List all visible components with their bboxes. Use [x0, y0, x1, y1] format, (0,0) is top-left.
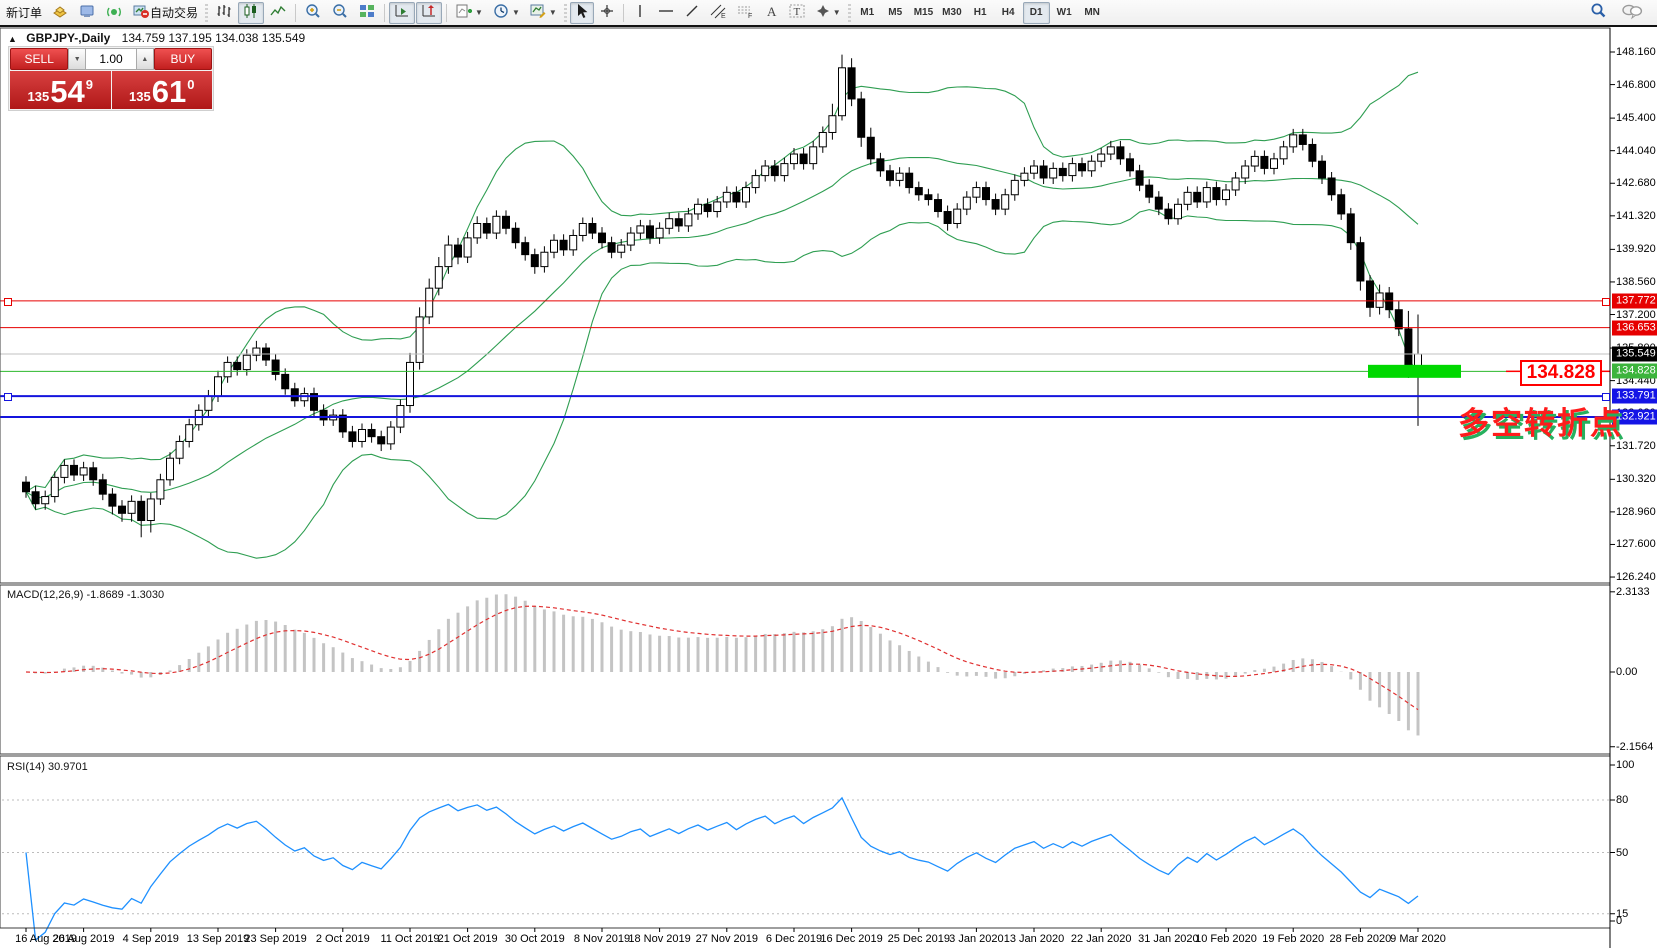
collapse-panel-icon[interactable]: ▲ — [8, 34, 17, 44]
axis-tick-label: 50 — [1616, 847, 1628, 859]
price-level-label: 137.772 — [1612, 293, 1657, 308]
buy-price-button[interactable]: 135 61 0 — [112, 71, 213, 109]
line-handle[interactable] — [4, 393, 12, 401]
volume-input[interactable] — [86, 48, 136, 70]
axis-tick-label: 80 — [1616, 794, 1628, 806]
volume-increase-button[interactable]: ▲ — [136, 48, 154, 70]
chart-canvas[interactable] — [0, 0, 1657, 952]
buy-price-prefix: 135 — [129, 89, 151, 104]
price-level-label: 136.653 — [1612, 320, 1657, 335]
sell-price-button[interactable]: 135 54 9 — [10, 71, 111, 109]
axis-tick-label: 137.200 — [1616, 309, 1656, 321]
axis-tick-label: 127.600 — [1616, 538, 1656, 550]
axis-tick-label: 144.040 — [1616, 145, 1656, 157]
sell-price-prefix: 135 — [28, 89, 50, 104]
turning-point-annotation[interactable]: 多空转折点 — [1458, 398, 1623, 443]
line-handle[interactable] — [4, 298, 12, 306]
sell-price-pip: 9 — [86, 73, 93, 92]
terminal-window: 新订单 自动交易 ▼ ▼ ▼ E F A T ▼ M — [0, 0, 1657, 952]
axis-tick-label: 0 — [1616, 915, 1622, 927]
axis-tick-label: 128.960 — [1616, 506, 1656, 518]
axis-tick-label: 148.160 — [1616, 46, 1656, 58]
volume-decrease-button[interactable]: ▼ — [68, 48, 86, 70]
axis-tick-label: 0.00 — [1616, 666, 1637, 678]
macd-label: MACD(12,26,9) -1.8689 -1.3030 — [7, 589, 164, 601]
axis-tick-label: 126.240 — [1616, 571, 1656, 583]
axis-tick-label: 130.320 — [1616, 473, 1656, 485]
price-level-label: 134.828 — [1612, 364, 1657, 379]
symbol-period-label: GBPJPY-,Daily — [26, 31, 110, 45]
price-callout-box[interactable]: 134.828 — [1520, 360, 1602, 386]
axis-tick-label: -2.1564 — [1616, 741, 1653, 753]
rsi-label: RSI(14) 30.9701 — [7, 761, 88, 773]
buy-price-pip: 0 — [187, 73, 194, 92]
buy-button[interactable]: BUY — [154, 48, 212, 70]
axis-tick-label: 142.680 — [1616, 177, 1656, 189]
axis-tick-label: 2.3133 — [1616, 586, 1650, 598]
price-level-label: 135.549 — [1612, 347, 1657, 362]
one-click-trading-panel: SELL ▼ ▲ BUY 135 54 9 135 61 0 — [8, 46, 214, 111]
chart-title: ▲ GBPJPY-,Daily 134.759 137.195 134.038 … — [8, 31, 305, 45]
ohlc-values: 134.759 137.195 134.038 135.549 — [122, 31, 306, 45]
axis-tick-label: 139.920 — [1616, 243, 1656, 255]
axis-tick-label: 100 — [1616, 759, 1634, 771]
time-axis-label: 9 Mar 2020 — [1373, 933, 1463, 945]
sell-price-big: 54 — [50, 77, 84, 107]
axis-tick-label: 146.800 — [1616, 79, 1656, 91]
axis-tick-label: 138.560 — [1616, 276, 1656, 288]
buy-price-big: 61 — [152, 77, 186, 107]
line-handle[interactable] — [1602, 298, 1610, 306]
sell-button[interactable]: SELL — [10, 48, 68, 70]
axis-tick-label: 145.400 — [1616, 112, 1656, 124]
axis-tick-label: 141.320 — [1616, 210, 1656, 222]
